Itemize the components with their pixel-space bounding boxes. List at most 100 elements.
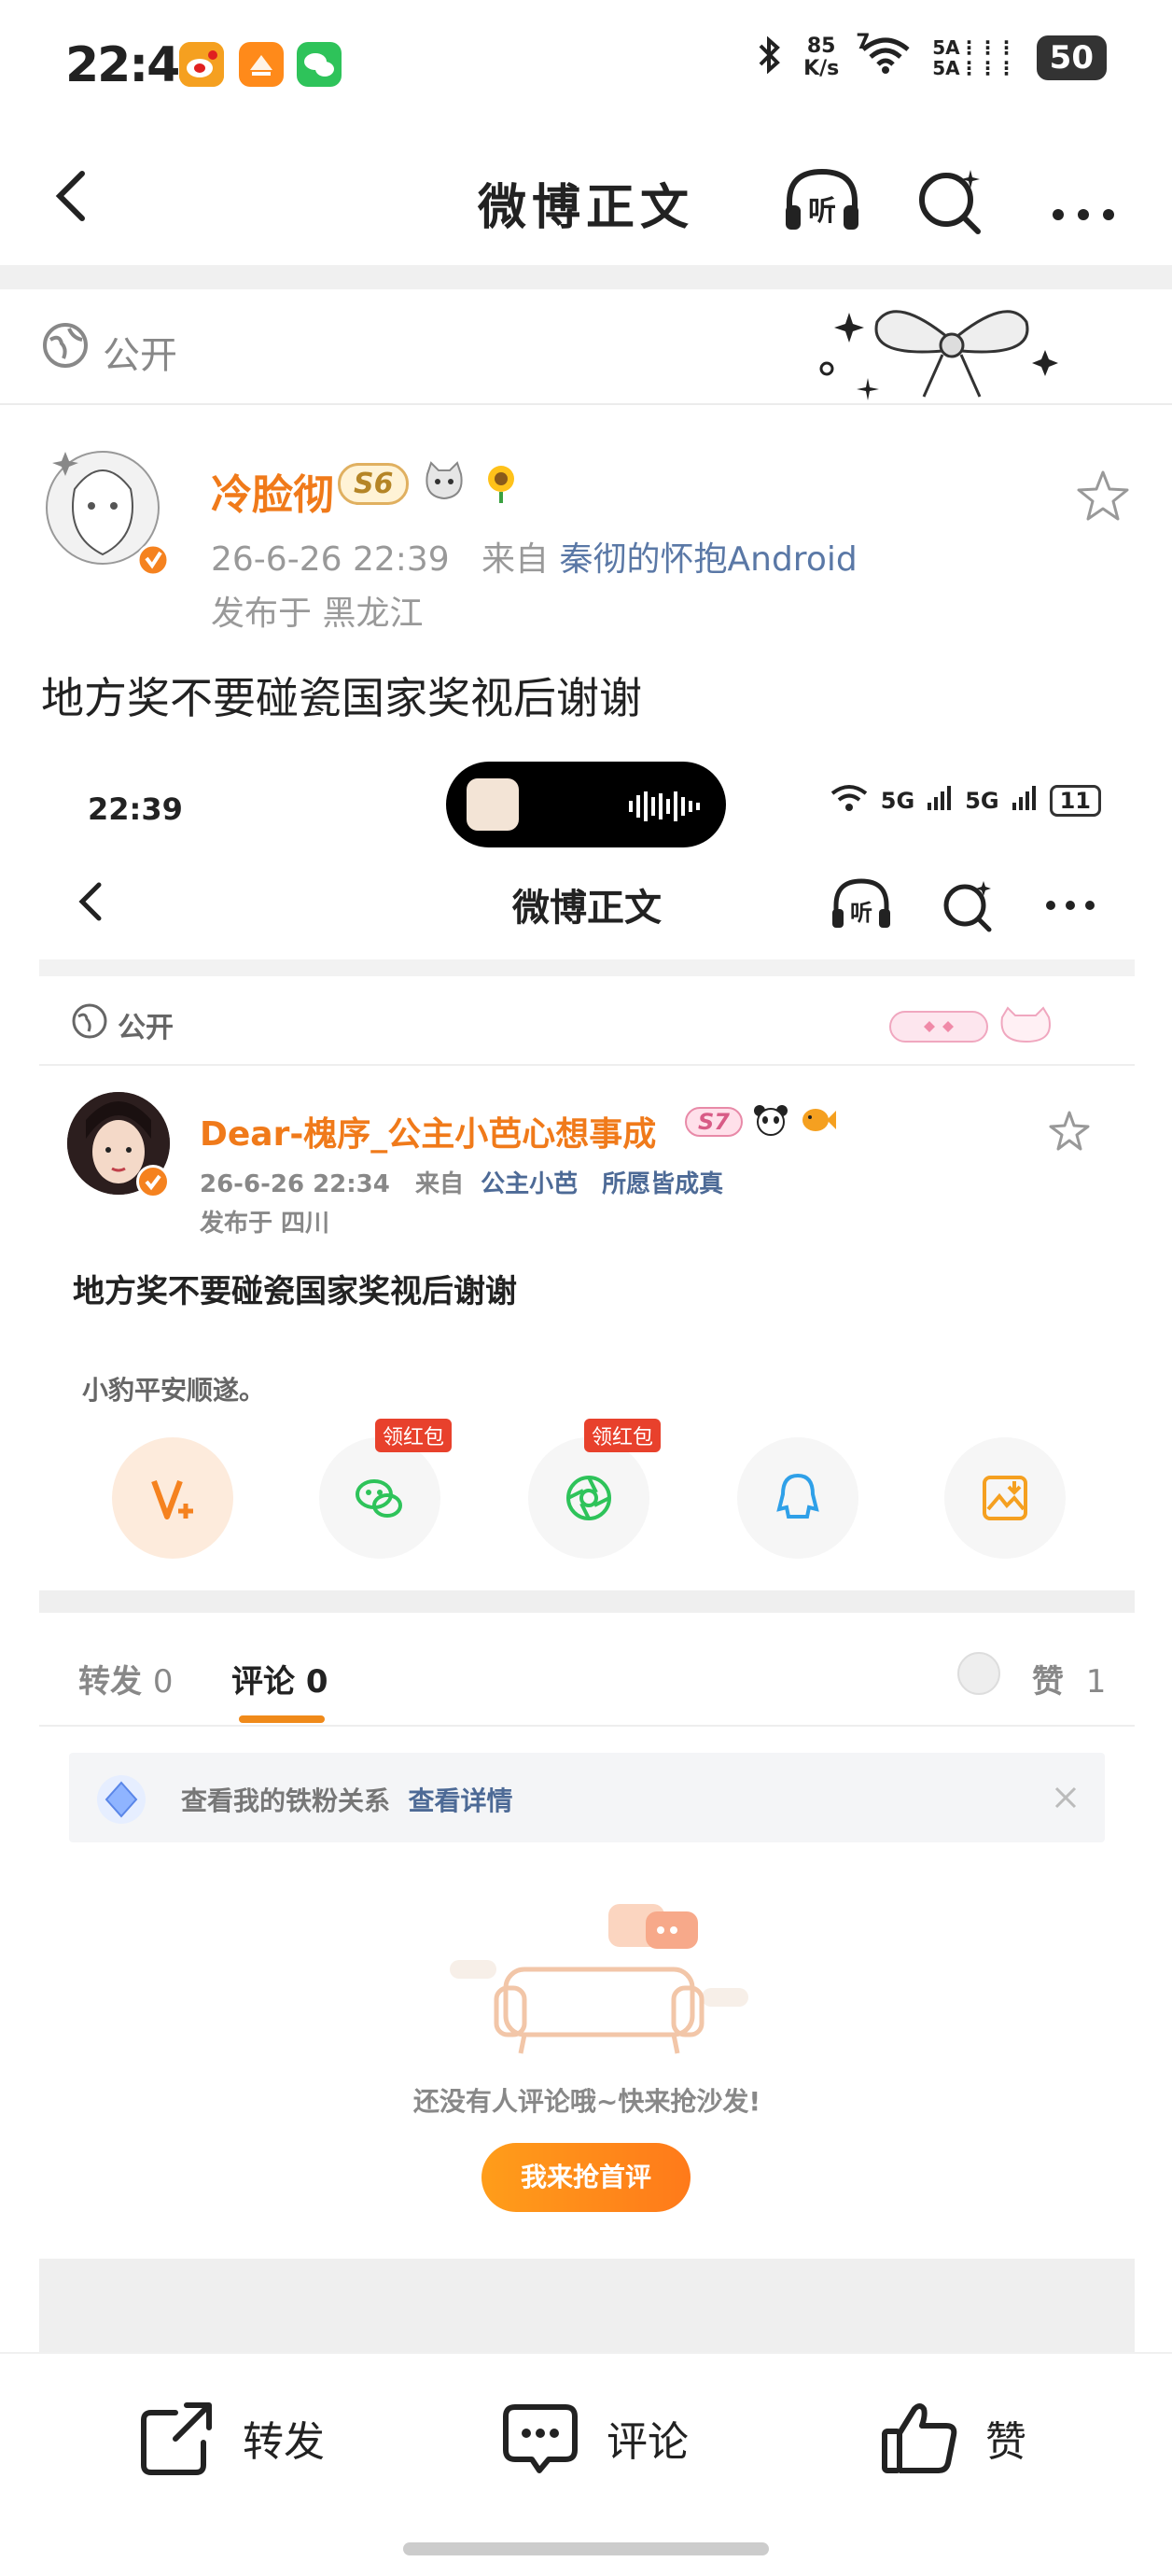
red-packet-tag: 领红包 (375, 1419, 453, 1452)
search-button[interactable] (909, 159, 993, 243)
dynamic-island (446, 762, 726, 847)
battery-indicator: 50 (1036, 35, 1107, 80)
favorite-button[interactable] (1073, 467, 1133, 526)
wifi-icon (830, 784, 868, 818)
author-badges: S7 (685, 1103, 836, 1141)
weibo-app-icon (179, 42, 224, 87)
avatar[interactable] (37, 433, 170, 582)
image-download-icon (983, 1476, 1027, 1520)
home-indicator[interactable] (403, 2542, 769, 2555)
svg-text:听: 听 (850, 900, 872, 926)
star-icon (1049, 1111, 1090, 1151)
post-source[interactable]: 秦彻的怀抱Android (560, 540, 858, 579)
post-meta: 26-6-26 22:39 来自 秦彻的怀抱Android (211, 540, 858, 579)
repost-share-button[interactable] (112, 1437, 233, 1559)
wechat-share-button[interactable]: 领红包 (319, 1419, 453, 1559)
sunflower-icon (480, 460, 523, 507)
moments-icon (566, 1476, 611, 1520)
save-image-button[interactable] (944, 1437, 1066, 1559)
share-row: 领红包 领红包 (39, 1419, 1135, 1568)
audio-wave-icon (629, 791, 700, 821)
net-type-1: 5G (880, 788, 915, 814)
star-icon (1077, 470, 1129, 521)
tab-like[interactable]: 赞 1 (1032, 1656, 1106, 1701)
tab-comment[interactable]: 评论 0 (231, 1656, 328, 1701)
author-name[interactable]: Dear-槐序_公主小芭心想事成 (200, 1107, 656, 1155)
cellular-signal: 5A⋮⋮⋮ 5A⋮⋮⋮ (932, 36, 1016, 79)
net-type-2: 5G (965, 788, 999, 814)
embedded-screenshot[interactable]: 22:39 5G 5G 11 微博正文 听 公开 Dear-槐序_公主小芭心想事… (39, 747, 1135, 2352)
globe-icon (71, 1002, 108, 1040)
more-button[interactable] (1038, 872, 1103, 937)
section-divider (39, 959, 1135, 976)
panda-icon (752, 1103, 789, 1141)
qq-share-button[interactable] (737, 1437, 858, 1559)
post-source[interactable]: 公主小芭 所愿皆成真 (481, 1170, 723, 1198)
thumbs-up-icon (882, 2403, 957, 2473)
embedded-status-right: 5G 5G 11 (830, 784, 1101, 818)
section-divider (39, 1590, 1135, 1613)
repost-button[interactable]: 转发 (134, 2354, 325, 2522)
net-speed: 85 K/s (803, 35, 840, 80)
verified-badge-icon (136, 1165, 170, 1198)
cat-emoji-icon (420, 459, 468, 508)
search-icon (943, 881, 992, 932)
signal-bars-icon (928, 786, 952, 816)
more-button[interactable] (1041, 159, 1125, 243)
more-icon (1046, 901, 1095, 910)
status-bar: 22:40 85 K/s 7 5A⋮⋮⋮ 5A⋮⋮⋮ 50 (0, 0, 1172, 131)
first-comment-button[interactable]: 我来抢首评 (481, 2143, 691, 2212)
pink-decoration (886, 1004, 1073, 1047)
author-name[interactable]: 冷脸彻 (211, 461, 334, 521)
battery-indicator: 11 (1049, 785, 1101, 817)
comment-button[interactable]: 评论 (498, 2354, 689, 2522)
sofa-illustration-icon (450, 1885, 748, 2063)
more-icon (1053, 209, 1114, 220)
level-badge[interactable]: S7 (685, 1107, 743, 1137)
headphones-icon: 听 (786, 168, 858, 230)
empty-comments-text: 还没有人评论哦~快来抢沙发! (412, 2086, 761, 2117)
orange-app-icon (239, 42, 284, 87)
level-badge[interactable]: S6 (338, 462, 410, 505)
notice-details-link[interactable]: 查看详情 (409, 1785, 513, 1816)
search-button[interactable] (935, 872, 1000, 937)
comment-bubble-icon (503, 2404, 578, 2473)
tab-bar: 转发 0 评论 0 赞 1 (39, 1643, 1135, 1727)
headphones-icon: 听 (832, 878, 890, 928)
signal-bars-icon (1012, 786, 1037, 816)
red-packet-tag: 领红包 (584, 1419, 662, 1452)
status-right: 85 K/s 7 5A⋮⋮⋮ 5A⋮⋮⋮ 50 (755, 31, 1107, 80)
like-button[interactable]: 赞 (877, 2354, 1026, 2522)
comment-label: 评论 (607, 2418, 689, 2466)
repost-label: 转发 (243, 2418, 325, 2466)
tab-indicator (239, 1715, 325, 1723)
listen-button[interactable]: 听 (829, 872, 894, 937)
favorite-button[interactable] (1047, 1109, 1092, 1154)
top-nav: 微博正文 听 (0, 140, 1172, 261)
weibo-v-plus-icon (151, 1479, 193, 1519)
qq-icon (776, 1473, 819, 1519)
notice-text: 查看我的铁粉关系 (181, 1785, 391, 1816)
post-meta: 26-6-26 22:34 来自 公主小芭 所愿皆成真 (200, 1170, 724, 1198)
bluetooth-icon (755, 35, 783, 79)
visibility-label: 公开 (103, 334, 177, 377)
moments-share-button[interactable]: 领红包 (528, 1419, 662, 1559)
listen-button[interactable]: 听 (780, 159, 864, 243)
author-badges: S6 (338, 459, 523, 508)
post-text: 地方奖不要碰瓷国家奖视后谢谢 (73, 1273, 517, 1310)
tab-repost[interactable]: 转发 0 (78, 1656, 173, 1701)
liker-avatar[interactable] (957, 1652, 1000, 1695)
visibility-label: 公开 (118, 1012, 174, 1044)
fan-relation-notice: 查看我的铁粉关系 查看详情 (69, 1753, 1105, 1842)
diamond-icon (93, 1771, 149, 1827)
fish-icon (799, 1103, 836, 1141)
close-button[interactable] (1051, 1783, 1081, 1813)
post-subtext: 小豹平安顺遂。 (82, 1375, 266, 1406)
wechat-app-icon (297, 42, 342, 87)
embedded-status-time: 22:39 (88, 791, 183, 827)
wifi-icon: 7 (856, 31, 912, 79)
wechat-icon (356, 1479, 402, 1518)
bow-decoration (812, 285, 1092, 415)
search-icon (919, 170, 981, 234)
post-location: 发布于 黑龙江 (211, 595, 424, 633)
